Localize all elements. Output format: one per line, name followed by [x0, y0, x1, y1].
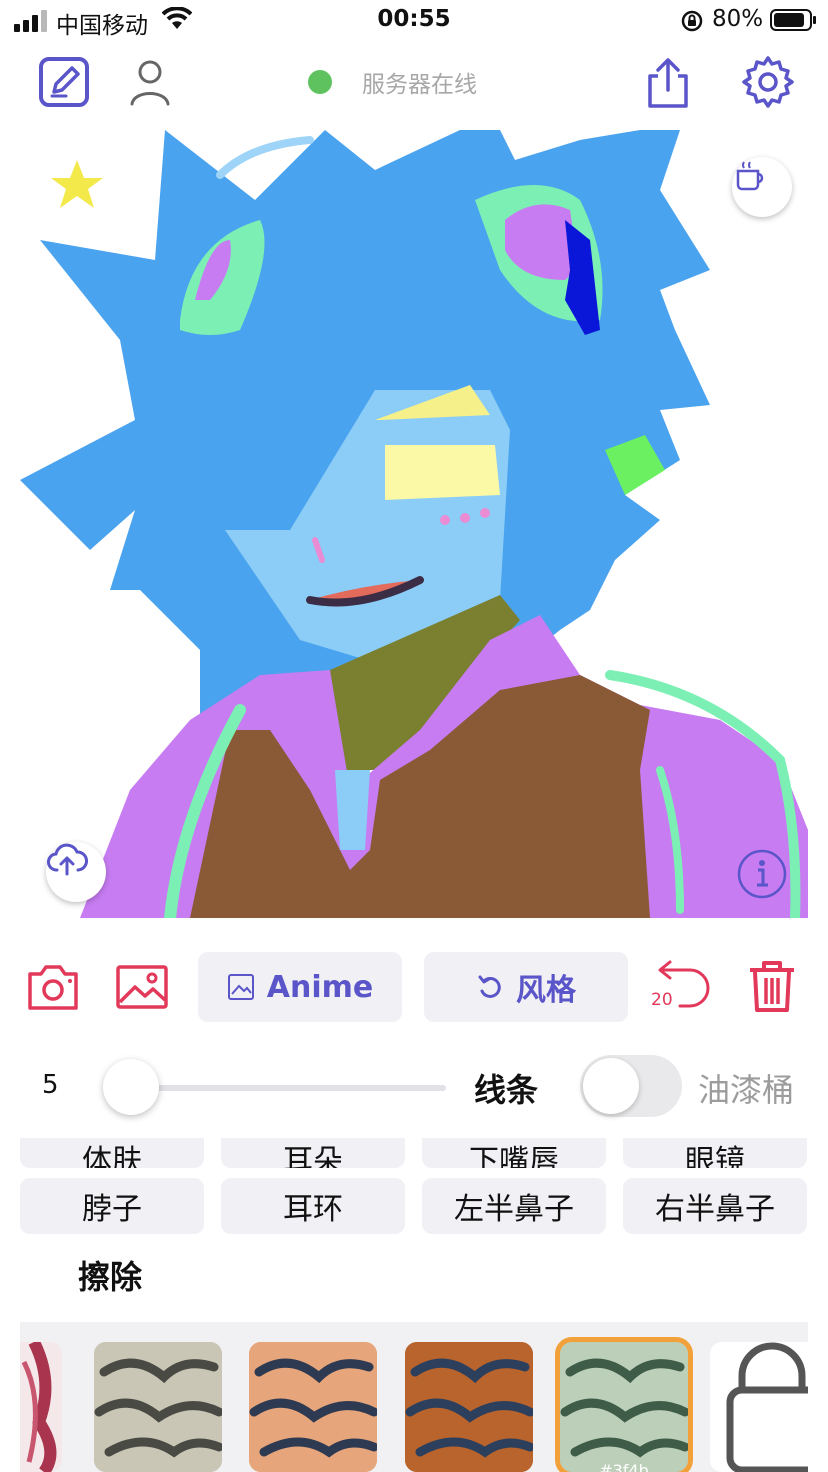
status-bar: 中国移动 00:55 80%	[0, 0, 828, 42]
battery-icon	[770, 9, 816, 31]
lock-icon	[726, 1342, 808, 1472]
camera-icon[interactable]	[26, 962, 80, 1012]
server-status-text: 服务器在线	[362, 72, 477, 98]
top-toolbar: 服务器在线	[0, 42, 828, 126]
coffee-icon	[736, 161, 764, 191]
style-caption: #3f4b	[599, 1461, 649, 1472]
style-thumbnail-selected[interactable]: #3f4b	[555, 1337, 693, 1472]
style-label: 风格	[516, 973, 576, 1008]
part-button[interactable]: 体肤	[20, 1138, 204, 1168]
upload-button[interactable]	[46, 842, 106, 902]
refresh-icon	[478, 975, 501, 998]
user-icon[interactable]	[122, 54, 178, 110]
part-grid: 体肤 耳朵 下嘴唇 眼镜 脖子 耳环 左半鼻子 右半鼻子 擦除	[0, 1138, 828, 1318]
server-status: 服务器在线	[308, 64, 477, 100]
sketch-drawing	[20, 130, 808, 918]
part-button[interactable]: 下嘴唇	[422, 1138, 606, 1168]
erase-button[interactable]: 擦除	[78, 1252, 142, 1298]
part-button-neck[interactable]: 脖子	[20, 1178, 204, 1234]
part-button[interactable]: 耳朵	[221, 1138, 405, 1168]
orientation-lock-icon	[681, 10, 703, 32]
battery-percent: 80%	[712, 6, 764, 32]
edit-icon[interactable]	[36, 54, 92, 110]
stroke-slider-row: 5 线条 油漆桶	[0, 1050, 828, 1124]
part-button[interactable]: 眼镜	[623, 1138, 807, 1168]
style-thumbnail[interactable]	[94, 1342, 222, 1472]
line-mode-label: 线条	[474, 1071, 539, 1109]
settings-icon[interactable]	[740, 54, 796, 110]
anime-model-label: Anime	[266, 969, 374, 1005]
paint-bucket-toggle[interactable]	[580, 1055, 682, 1117]
image-icon[interactable]	[115, 962, 169, 1012]
trash-icon[interactable]	[746, 958, 798, 1014]
picture-icon	[227, 974, 254, 1000]
anime-model-button[interactable]: Anime	[198, 952, 402, 1022]
cloud-upload-icon	[47, 843, 88, 876]
style-button[interactable]: 风格	[424, 952, 628, 1022]
app-screen: 中国移动 00:55 80% 服务器在线 Anime 风格 20 5 线条 油漆…	[0, 0, 828, 1472]
paint-bucket-label: 油漆桶	[698, 1071, 795, 1109]
drawing-canvas[interactable]	[20, 130, 808, 918]
stroke-width-value: 5	[42, 1070, 59, 1100]
part-button-earring[interactable]: 耳环	[221, 1178, 405, 1234]
part-button-right-nose[interactable]: 右半鼻子	[623, 1178, 807, 1234]
action-row: Anime 风格	[0, 950, 828, 1026]
stroke-width-thumb[interactable]	[103, 1059, 159, 1115]
coffee-button[interactable]	[732, 157, 792, 217]
toggle-knob	[583, 1058, 639, 1114]
share-icon[interactable]	[640, 54, 696, 110]
style-thumbnail[interactable]	[249, 1342, 377, 1472]
locked-style-card[interactable]	[710, 1342, 808, 1472]
style-thumbnail[interactable]	[405, 1342, 533, 1472]
style-strip[interactable]: #3f4b	[20, 1322, 808, 1472]
part-button-left-nose[interactable]: 左半鼻子	[422, 1178, 606, 1234]
style-thumbnail[interactable]	[20, 1342, 62, 1472]
server-status-dot	[308, 70, 332, 94]
undo-count: 20	[651, 990, 673, 1010]
info-icon[interactable]	[736, 848, 788, 900]
